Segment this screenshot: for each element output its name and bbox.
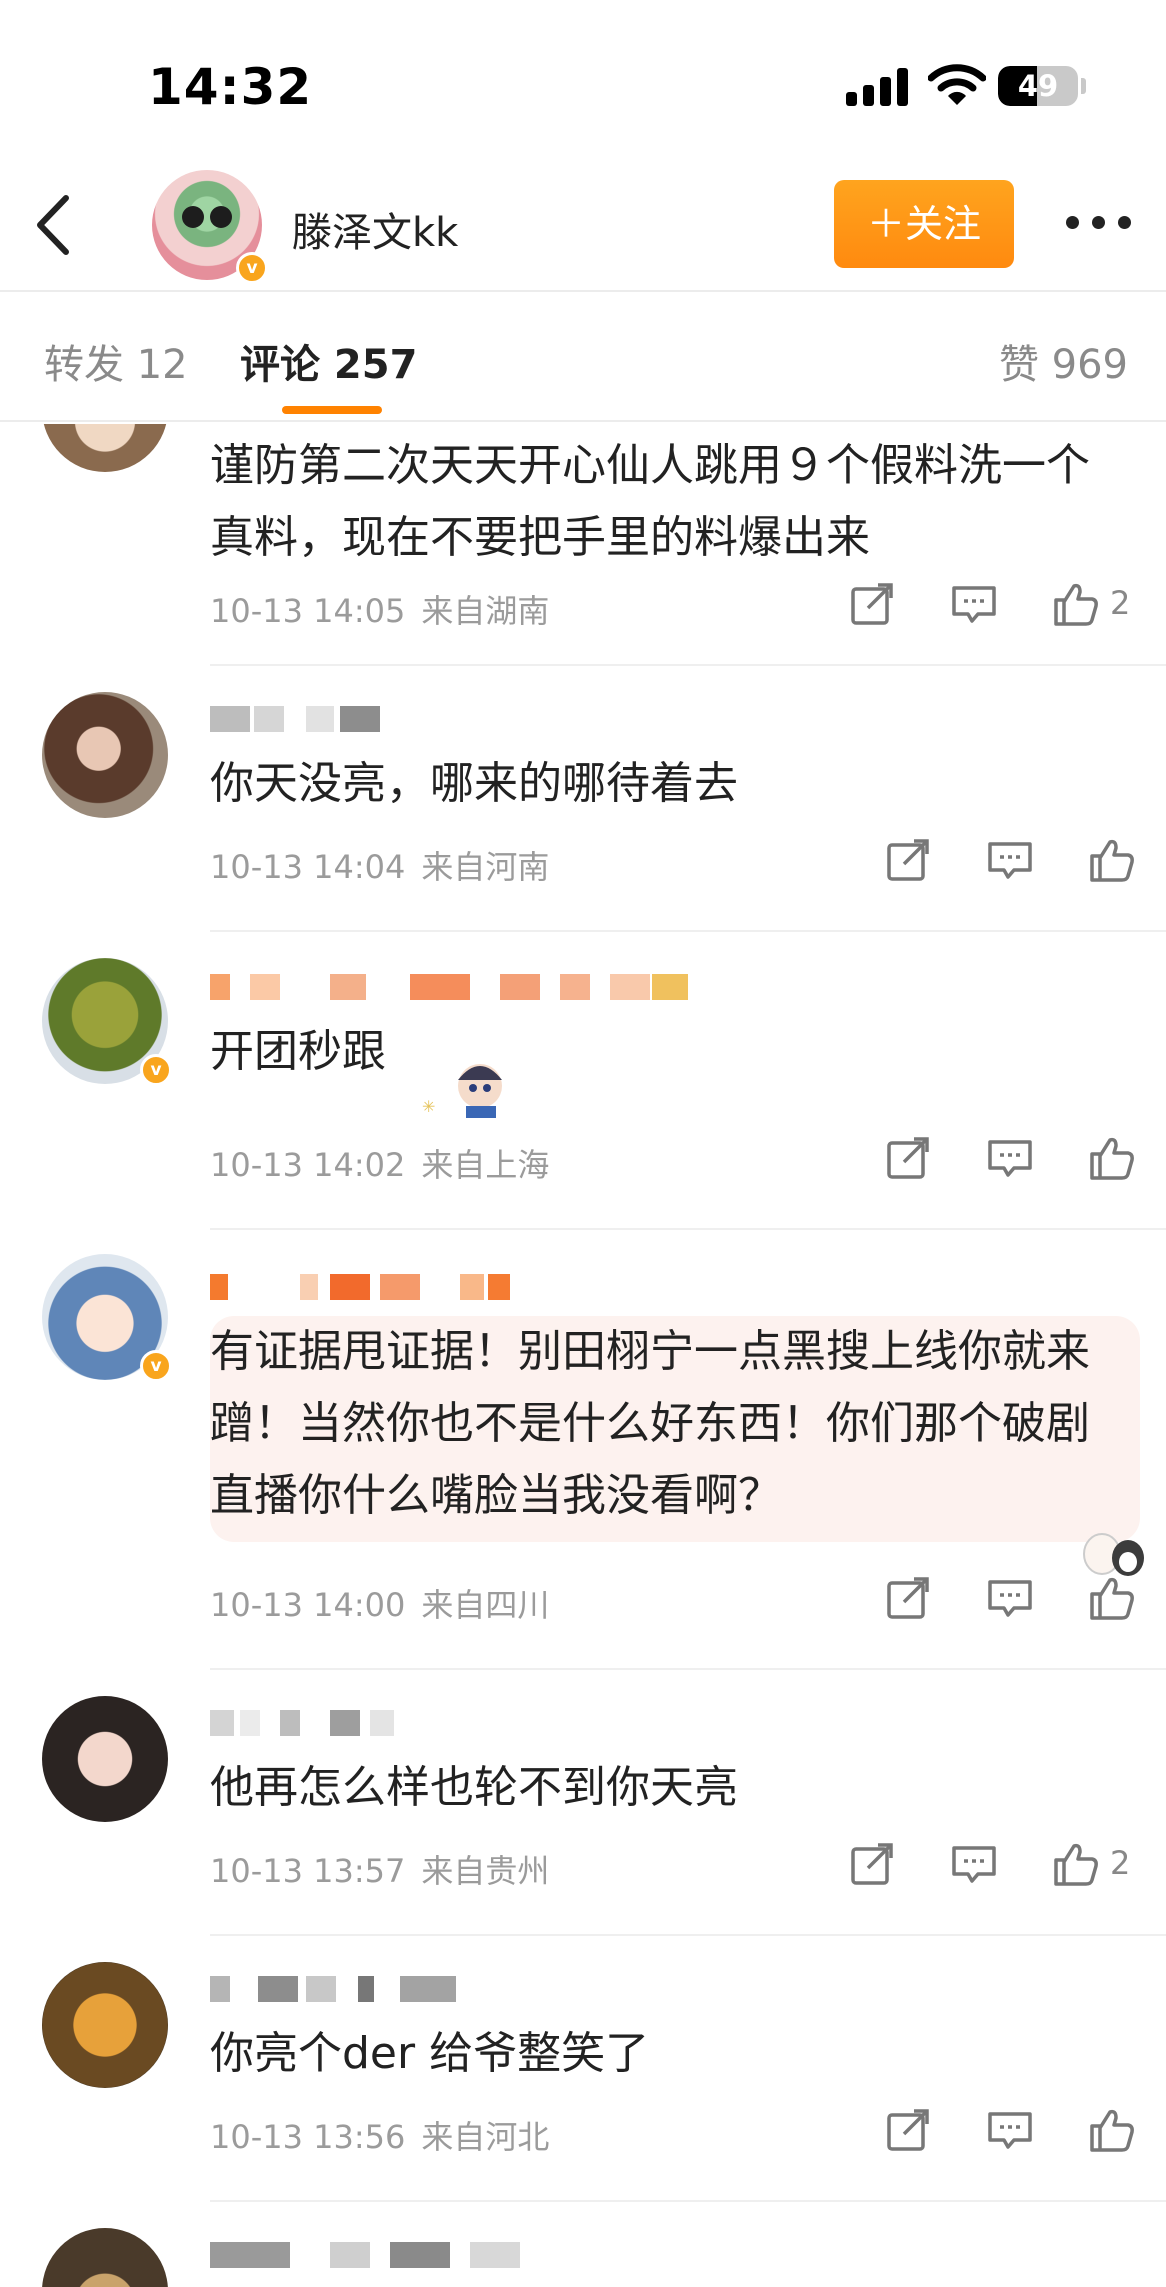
tab-likes[interactable]: 赞 969 [999,332,1128,390]
comment-item: v 开团秒跟 ✳ 10-13 14:02 来自上海 [0,932,1166,1230]
comment-item: v 有证据甩证据！别田栩宁一点黑搜上线你就来蹭！当然你也不是什么好东西！你们那个… [0,1230,1166,1670]
commenter-avatar[interactable] [42,2228,168,2287]
tab-comments[interactable]: 评论 257 [240,332,417,390]
share-icon[interactable] [884,2106,932,2154]
sticker-detective: ✳ [422,1064,502,1118]
comment-time: 10-13 13:57 [210,1852,406,1890]
comment-text: 你天没亮，哪来的哪待着去 [210,758,738,809]
comment-location: 来自上海 [421,1146,550,1184]
commenter-avatar[interactable] [42,1962,168,2088]
status-time: 14:32 [148,58,313,116]
comment-actions [884,1134,1138,1182]
comment-meta: 10-13 13:56 来自河北 [210,2112,549,2158]
username-redacted [210,1976,470,2002]
post-header: v 滕泽文kk ＋关注 [0,150,1166,292]
comment-text: 他再怎么样也轮不到你天亮 [210,1762,738,1813]
username-redacted [210,2242,530,2268]
comment-location: 来自贵州 [421,1852,550,1890]
tab-bar: 转发 12 评论 257 赞 969 [0,292,1166,422]
comment-meta: 10-13 14:05 来自湖南 [210,586,549,632]
comment-location: 来自湖南 [421,592,550,630]
battery-cap [1081,78,1086,94]
comment-icon[interactable] [950,1840,998,1888]
like-icon[interactable] [1088,2106,1136,2154]
comment-actions [884,836,1138,884]
verified-badge: v [236,252,268,284]
share-icon[interactable] [884,1134,932,1182]
like-icon[interactable] [1088,1574,1136,1622]
comment-item: 他再怎么样也轮不到你天亮 10-13 13:57 来自贵州 2 [0,1670,1166,1936]
username-redacted [210,1274,510,1300]
back-icon[interactable] [28,190,78,260]
comment-item: 谨防第二次天天开心仙人跳用９个假料洗一个真料，现在不要把手里的料爆出来 10-1… [0,424,1166,666]
username-redacted [210,974,710,1000]
comment-meta: 10-13 13:57 来自贵州 [210,1846,549,1892]
battery-icon: 49 [998,66,1078,106]
profile-avatar[interactable]: v [152,170,268,284]
verified-badge: v [140,1054,172,1086]
comment-meta: 10-13 14:04 来自河南 [210,842,549,888]
like-icon[interactable] [1052,580,1100,628]
comment-meta: 10-13 14:02 来自上海 [210,1140,549,1186]
commenter-avatar[interactable]: v [42,958,172,1086]
comment-location: 来自河南 [421,848,550,886]
comment-time: 10-13 14:00 [210,1586,406,1624]
comment-text: 有证据甩证据！别田栩宁一点黑搜上线你就来蹭！当然你也不是什么好东西！你们那个破剧… [210,1316,1140,1542]
profile-name[interactable]: 滕泽文kk [292,200,458,258]
comment-location: 来自河北 [421,2118,550,2156]
like-icon[interactable] [1088,836,1136,884]
like-count: 2 [1110,584,1131,622]
share-icon[interactable] [884,836,932,884]
comment-item: 你天没亮，哪来的哪待着去 10-13 14:04 来自河南 [0,666,1166,932]
comment-item [0,2202,1166,2287]
comment-time: 10-13 14:02 [210,1146,406,1184]
status-bar: 14:32 49 [0,0,1166,150]
comment-icon[interactable] [986,836,1034,884]
comment-actions: 2 [848,580,1138,628]
comment-text: 开团秒跟 [210,1026,386,1077]
svg-text:✳: ✳ [422,1097,435,1116]
share-icon[interactable] [848,1840,896,1888]
comment-actions: 2 [848,1840,1138,1888]
comment-text: 你亮个der 给爷整笑了 [210,2028,650,2079]
verified-badge: v [140,1350,172,1382]
commenter-avatar[interactable]: v [42,1254,172,1382]
battery-percent: 49 [1017,69,1059,103]
signal-icon [846,68,908,106]
comment-icon[interactable] [986,1134,1034,1182]
comment-meta: 10-13 14:00 来自四川 [210,1580,549,1626]
comment-list[interactable]: 谨防第二次天天开心仙人跳用９个假料洗一个真料，现在不要把手里的料爆出来 10-1… [0,424,1166,2287]
follow-button[interactable]: ＋关注 [834,180,1014,268]
comment-time: 10-13 13:56 [210,2118,406,2156]
more-icon[interactable] [1066,216,1132,232]
comment-actions [884,2106,1138,2154]
tab-repost[interactable]: 转发 12 [44,332,188,390]
username-redacted [210,706,410,732]
comment-time: 10-13 14:04 [210,848,406,886]
comment-item: 你亮个der 给爷整笑了 10-13 13:56 来自河北 [0,1936,1166,2202]
tab-active-indicator [282,406,382,414]
like-icon[interactable] [1052,1840,1100,1888]
comment-location: 来自四川 [421,1586,550,1624]
like-count: 2 [1110,1844,1131,1882]
comment-text: 谨防第二次天天开心仙人跳用９个假料洗一个真料，现在不要把手里的料爆出来 [210,440,1090,563]
sticker-cats [1083,1533,1144,1576]
comment-icon[interactable] [986,1574,1034,1622]
comment-actions [884,1574,1138,1622]
like-icon[interactable] [1088,1134,1136,1182]
share-icon[interactable] [884,1574,932,1622]
comment-time: 10-13 14:05 [210,592,406,630]
commenter-avatar[interactable] [42,1696,168,1822]
username-redacted [210,1710,410,1736]
commenter-avatar[interactable] [42,692,168,818]
comment-icon[interactable] [986,2106,1034,2154]
wifi-icon [928,64,986,105]
share-icon[interactable] [848,580,896,628]
commenter-avatar[interactable] [42,424,168,472]
comment-icon[interactable] [950,580,998,628]
